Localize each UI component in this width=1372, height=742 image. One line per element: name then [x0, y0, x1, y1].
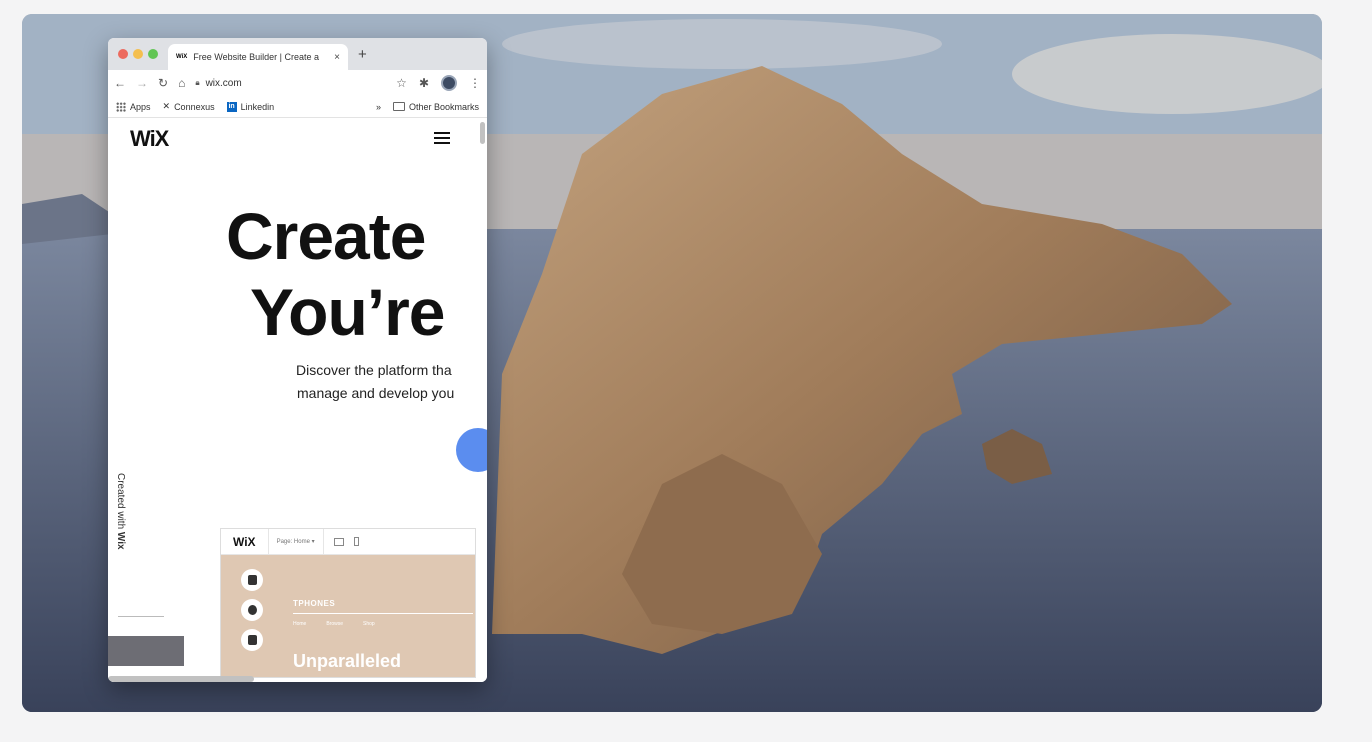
editor-page-select: Page: Home ▾: [269, 529, 324, 554]
browser-tab[interactable]: WiX Free Website Builder | Create a ×: [168, 44, 348, 70]
hero-subtext-line-2: manage and develop you: [297, 385, 455, 401]
folder-icon: [392, 102, 405, 111]
editor-apps-icon: [241, 629, 263, 651]
created-with-label: Created with: [115, 473, 126, 532]
editor-site-brand: TPHONES: [293, 599, 336, 608]
bookmarks-bar: Apps ✕ Connexus in Linkedin » Other Book…: [108, 96, 487, 118]
wix-logo[interactable]: WiX: [130, 126, 169, 152]
bookmark-other[interactable]: Other Bookmarks: [392, 101, 479, 112]
wix-favicon-icon: WiX: [176, 54, 188, 60]
extensions-icon[interactable]: ✱: [419, 76, 429, 90]
bookmarks-overflow-button[interactable]: »: [376, 102, 381, 112]
bookmark-linkedin-label: Linkedin: [240, 101, 275, 112]
tab-title: Free Website Builder | Create a: [193, 52, 320, 62]
apps-grid-icon: [116, 101, 126, 112]
menu-kebab-icon[interactable]: ⋮: [469, 76, 481, 90]
desktop-view-icon: [333, 537, 344, 546]
mobile-view-icon: [353, 537, 359, 546]
get-started-button[interactable]: [456, 428, 487, 472]
linkedin-icon: in: [226, 101, 237, 112]
connexus-icon: ✕: [162, 101, 171, 111]
back-icon[interactable]: ←: [114, 76, 126, 90]
hamburger-menu-icon[interactable]: [434, 132, 450, 144]
close-tab-icon[interactable]: ×: [334, 52, 340, 63]
hero-subtext-line-1: Discover the platform tha: [296, 362, 452, 378]
browser-window: WiX Free Website Builder | Create a × + …: [108, 38, 487, 682]
divider: [118, 616, 164, 617]
star-icon[interactable]: ☆: [396, 76, 407, 90]
editor-nav-item: Shop: [363, 621, 375, 627]
reload-icon[interactable]: ↻: [158, 76, 168, 90]
editor-nav-item: Home: [293, 621, 307, 627]
hero-heading-line-1: Create: [226, 199, 426, 273]
editor-canvas: TPHONES Home Browse Shop Unparalleled: [221, 555, 475, 677]
editor-wix-logo: WiX: [221, 529, 269, 554]
zoom-window-button[interactable]: [148, 49, 158, 59]
editor-add-icon: [241, 599, 263, 621]
web-page: WiX Create You’re Discover the platform …: [108, 118, 487, 682]
bookmark-connexus-label: Connexus: [174, 101, 215, 112]
bookmark-connexus[interactable]: ✕ Connexus: [163, 101, 215, 112]
close-window-button[interactable]: [118, 49, 128, 59]
editor-rule: [293, 613, 473, 614]
editor-preview: WiX Page: Home ▾ TPHONES Home Browse Sho…: [220, 528, 476, 678]
tab-bar: WiX Free Website Builder | Create a × +: [108, 38, 487, 70]
created-with-brand: Wix: [115, 531, 126, 550]
editor-site-nav: Home Browse Shop: [293, 621, 375, 627]
horizontal-scrollbar[interactable]: [108, 676, 254, 682]
vertical-scrollbar[interactable]: [480, 122, 485, 144]
address-bar[interactable]: 🔒︎ wix.com: [195, 73, 386, 93]
editor-headline: Unparalleled: [293, 651, 402, 671]
home-icon[interactable]: ⌂: [178, 76, 185, 90]
browser-toolbar: ← → ↻ ⌂ 🔒︎ wix.com ☆ ✱ ⋮: [108, 70, 487, 96]
address-text: wix.com: [205, 77, 242, 89]
profile-avatar[interactable]: [441, 75, 457, 91]
editor-nav-item: Browse: [326, 621, 344, 627]
bookmark-apps[interactable]: Apps: [116, 101, 151, 112]
hero-heading-line-2: You’re: [250, 275, 445, 349]
editor-pages-icon: [241, 569, 263, 591]
editor-toolbar: WiX Page: Home ▾: [221, 529, 475, 555]
bookmark-other-label: Other Bookmarks: [408, 101, 479, 112]
bookmark-apps-label: Apps: [130, 101, 151, 112]
minimize-window-button[interactable]: [133, 49, 143, 59]
bookmark-linkedin[interactable]: in Linkedin: [226, 101, 275, 112]
thumbnail-image: [108, 636, 184, 666]
lock-icon: 🔒︎: [195, 78, 200, 87]
forward-icon[interactable]: →: [136, 76, 148, 90]
created-with-wix-badge[interactable]: Created with Wix: [115, 473, 126, 550]
new-tab-button[interactable]: +: [358, 46, 367, 63]
